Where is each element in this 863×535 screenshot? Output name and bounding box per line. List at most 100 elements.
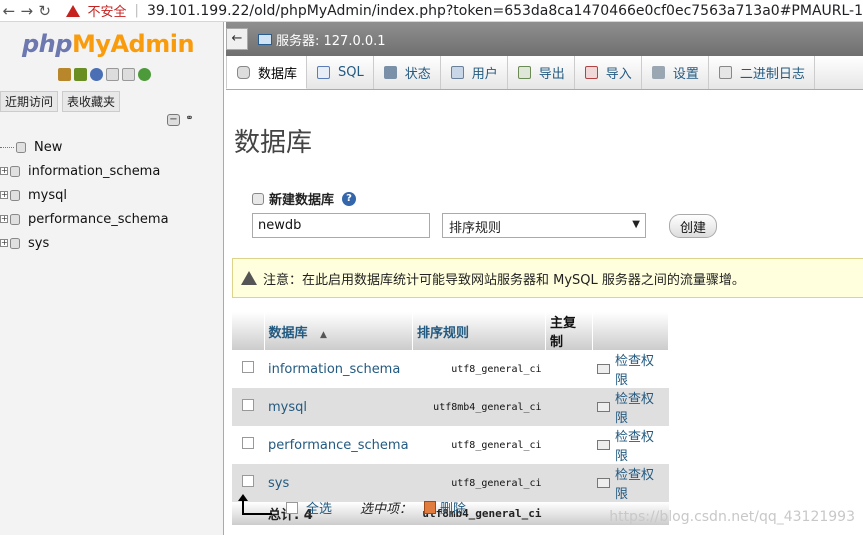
database-link[interactable]: mysql bbox=[264, 388, 413, 426]
header-collation[interactable]: 排序规则 bbox=[412, 312, 547, 350]
new-database-icon bbox=[252, 192, 264, 205]
warning-icon bbox=[241, 271, 257, 285]
warning-icon bbox=[65, 4, 80, 17]
tree-item-new[interactable]: New bbox=[0, 135, 169, 159]
check-privileges-label: 检查权限 bbox=[614, 468, 654, 502]
tab-import[interactable]: 导入 bbox=[575, 56, 642, 89]
reload-nav-icon[interactable] bbox=[138, 68, 151, 81]
table-header-row: 数据库 ▲ 排序规则 主复制 bbox=[232, 312, 669, 350]
tree-item-information-schema[interactable]: + information_schema bbox=[0, 159, 169, 183]
row-checkbox[interactable] bbox=[242, 437, 254, 449]
url-separator: | bbox=[134, 3, 139, 18]
table-row: mysql utf8mb4_general_ci 检查权限 bbox=[232, 388, 669, 426]
collation-select[interactable]: 排序规则 ▼ bbox=[442, 213, 646, 238]
tab-binlog[interactable]: 二进制日志 bbox=[709, 56, 815, 89]
with-selected-label: 选中项： bbox=[360, 502, 413, 517]
forward-arrow-icon[interactable]: → bbox=[18, 2, 36, 20]
watermark: https://blog.csdn.net/qq_43121993 bbox=[609, 509, 855, 525]
header-master-label: 主复制 bbox=[550, 316, 577, 350]
tab-recent[interactable]: 近期访问 bbox=[0, 91, 59, 112]
server-breadcrumb-bar: ← 服务器: 127.0.0.1 bbox=[226, 22, 863, 56]
import-icon bbox=[584, 66, 598, 79]
page-title: 数据库 bbox=[234, 128, 313, 158]
url-text[interactable]: 39.101.199.22/old/phpMyAdmin/index.php?t… bbox=[147, 3, 863, 19]
collapse-all-icon[interactable]: − bbox=[167, 114, 180, 126]
collation-select-value: 排序规则 bbox=[449, 221, 502, 236]
logo-myadmin: MyAdmin bbox=[71, 30, 195, 58]
create-database-heading: 新建数据库 ? bbox=[252, 189, 357, 208]
tab-settings[interactable]: 设置 bbox=[642, 56, 709, 89]
collation-value: utf8_general_ci bbox=[412, 464, 546, 502]
tab-label: 数据库 bbox=[258, 66, 298, 82]
settings-icon[interactable] bbox=[122, 68, 135, 81]
expand-icon[interactable]: + bbox=[0, 239, 8, 247]
tab-users[interactable]: 用户 bbox=[441, 56, 508, 89]
help-icon[interactable]: ? bbox=[342, 191, 357, 206]
tab-databases[interactable]: 数据库 bbox=[226, 56, 308, 89]
database-name-input[interactable] bbox=[252, 213, 430, 238]
expand-icon[interactable]: + bbox=[0, 215, 8, 223]
check-privileges-link[interactable]: 检查权限 bbox=[596, 464, 665, 502]
check-privileges-link[interactable]: 检查权限 bbox=[596, 426, 665, 464]
row-checkbox[interactable] bbox=[242, 399, 254, 411]
tab-status[interactable]: 状态 bbox=[374, 56, 441, 89]
phpmyadmin-logo[interactable]: phpMyAdmin bbox=[22, 30, 195, 58]
tab-label: 二进制日志 bbox=[739, 67, 805, 82]
help-icon[interactable] bbox=[90, 68, 103, 81]
tab-favorites[interactable]: 表收藏夹 bbox=[62, 91, 121, 112]
security-label: 不安全 bbox=[87, 5, 127, 20]
row-checkbox[interactable] bbox=[242, 475, 254, 487]
header-database[interactable]: 数据库 ▲ bbox=[264, 312, 414, 350]
collapse-nav-icon[interactable]: ← bbox=[226, 28, 248, 50]
tree-controls: − ⚭ bbox=[167, 114, 196, 126]
select-all-label[interactable]: 全选 bbox=[306, 498, 332, 517]
tab-export[interactable]: 导出 bbox=[508, 56, 575, 89]
logout-icon[interactable] bbox=[74, 68, 87, 81]
security-warning[interactable]: 不安全 bbox=[65, 1, 127, 20]
tab-label: SQL bbox=[338, 65, 364, 80]
new-database-icon bbox=[16, 141, 26, 153]
database-icon bbox=[10, 165, 20, 177]
browser-address-bar: ← → ↻ 不安全 | 39.101.199.22/old/phpMyAdmin… bbox=[0, 0, 863, 22]
drop-button[interactable]: 删除 bbox=[440, 498, 466, 517]
docs-icon[interactable] bbox=[106, 68, 119, 81]
database-icon bbox=[10, 189, 20, 201]
header-master: 主复制 bbox=[545, 312, 594, 350]
tree-connector bbox=[0, 146, 14, 148]
back-arrow-icon[interactable]: ← bbox=[0, 2, 18, 20]
expand-icon[interactable]: + bbox=[0, 191, 8, 199]
reload-icon[interactable]: ↻ bbox=[36, 2, 54, 20]
database-link[interactable]: performance_schema bbox=[264, 426, 413, 464]
server-breadcrumb[interactable]: 服务器: 127.0.0.1 bbox=[276, 30, 386, 49]
binlog-icon bbox=[718, 66, 732, 79]
tree-item-mysql[interactable]: + mysql bbox=[0, 183, 169, 207]
dropdown-arrow-icon: ▼ bbox=[632, 219, 640, 230]
tab-label: 用户 bbox=[471, 67, 498, 82]
tree-item-label: information_schema bbox=[28, 163, 161, 179]
tree-item-performance-schema[interactable]: + performance_schema bbox=[0, 207, 169, 231]
check-privileges-link[interactable]: 检查权限 bbox=[596, 388, 665, 426]
table-row: information_schema utf8_general_ci 检查权限 bbox=[232, 350, 669, 388]
table-row: performance_schema utf8_general_ci 检查权限 bbox=[232, 426, 669, 464]
navigation-panel: phpMyAdmin 近期访问 表收藏夹 − ⚭ New + informati… bbox=[0, 22, 224, 535]
database-link[interactable]: information_schema bbox=[264, 350, 413, 388]
database-link[interactable]: sys bbox=[264, 464, 413, 502]
tree-item-sys[interactable]: + sys bbox=[0, 231, 169, 255]
sort-asc-icon: ▲ bbox=[320, 329, 327, 340]
collation-value: utf8_general_ci bbox=[412, 426, 546, 464]
row-checkbox[interactable] bbox=[242, 361, 254, 373]
users-icon bbox=[450, 66, 464, 79]
check-privileges-link[interactable]: 检查权限 bbox=[596, 350, 665, 388]
delete-icon[interactable] bbox=[424, 501, 437, 514]
select-all-checkbox[interactable] bbox=[286, 501, 298, 514]
tab-label: 导入 bbox=[605, 67, 632, 82]
tab-sql[interactable]: SQL bbox=[307, 56, 374, 89]
home-icon[interactable] bbox=[58, 68, 71, 81]
header-action-col bbox=[592, 312, 669, 350]
expand-icon[interactable]: + bbox=[0, 167, 8, 175]
create-button[interactable]: 创建 bbox=[669, 214, 718, 238]
notice-text: 注意：在此启用数据库统计可能导致网站服务器和 MySQL 服务器之间的流量骤增。 bbox=[263, 272, 745, 288]
link-icon[interactable]: ⚭ bbox=[183, 114, 196, 126]
nav-tabs: 近期访问 表收藏夹 bbox=[0, 91, 121, 112]
arrow-up-icon bbox=[238, 493, 272, 515]
